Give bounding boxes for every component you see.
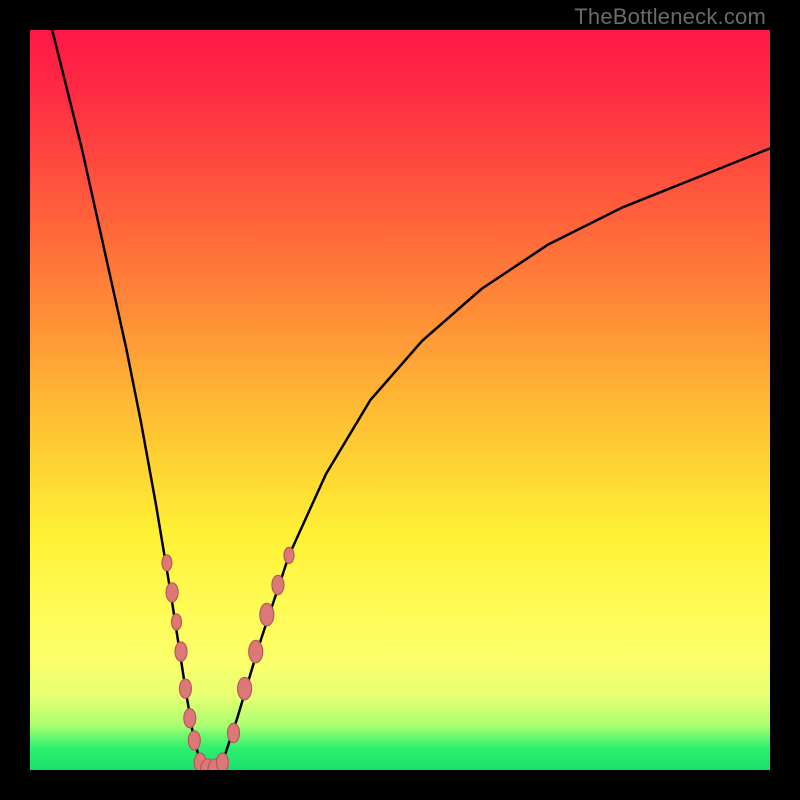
marker-point bbox=[162, 555, 172, 571]
marker-point bbox=[238, 677, 252, 699]
marker-point bbox=[249, 640, 263, 662]
marker-group bbox=[162, 547, 294, 770]
curve-svg bbox=[30, 30, 770, 770]
plot-area bbox=[30, 30, 770, 770]
watermark-text: TheBottleneck.com bbox=[574, 4, 766, 30]
marker-point bbox=[272, 575, 284, 594]
marker-point bbox=[166, 583, 178, 602]
marker-point bbox=[179, 679, 191, 698]
marker-point bbox=[188, 731, 200, 750]
marker-point bbox=[284, 547, 294, 563]
bottleneck-curve-path bbox=[52, 30, 770, 770]
marker-point bbox=[228, 723, 240, 742]
marker-point bbox=[216, 753, 228, 770]
marker-point bbox=[184, 709, 196, 728]
chart-frame: TheBottleneck.com bbox=[0, 0, 800, 800]
marker-point bbox=[260, 603, 274, 625]
marker-point bbox=[172, 614, 182, 630]
marker-point bbox=[175, 642, 187, 661]
